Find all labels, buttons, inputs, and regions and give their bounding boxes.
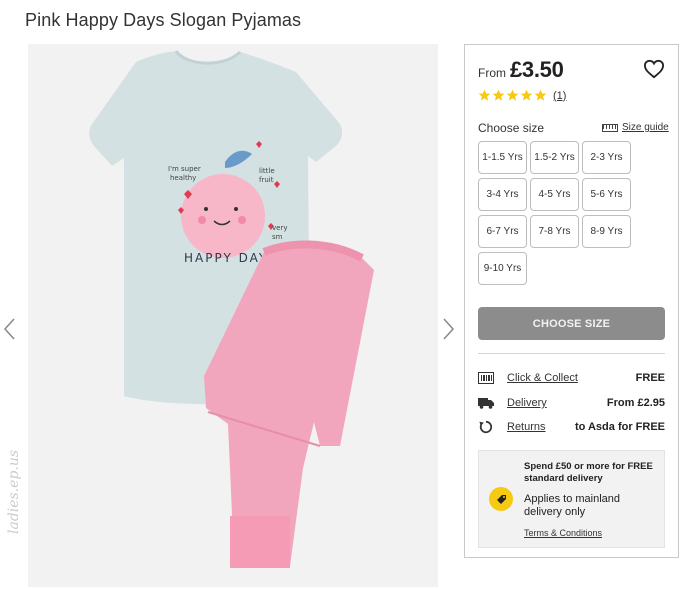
choose-size-button[interactable]: CHOOSE SIZE xyxy=(478,307,665,340)
purchase-panel: From £3.50 (1) Choose size Size guide 1-… xyxy=(464,44,679,558)
star-icon xyxy=(520,89,533,101)
price-row: From £3.50 xyxy=(478,57,564,83)
size-option[interactable]: 2-3 Yrs xyxy=(582,141,631,174)
divider xyxy=(478,353,665,354)
promo-badge xyxy=(489,487,513,511)
pyjamas-illustration: I'm super healthy little fruit very sm H… xyxy=(89,50,374,568)
shirt-text-line1: I'm super xyxy=(168,165,201,173)
truck-icon xyxy=(478,398,494,409)
returns-row: Returns to Asda for FREE xyxy=(478,419,665,435)
star-icon xyxy=(478,89,491,101)
click-collect-link[interactable]: Click & Collect xyxy=(507,372,578,384)
returns-link[interactable]: Returns xyxy=(507,421,546,433)
promo-spend-text: Spend £50 or more for FREE standard deli… xyxy=(524,461,653,484)
size-option[interactable]: 3-4 Yrs xyxy=(478,178,527,211)
star-icon xyxy=(492,89,505,101)
price-value: £3.50 xyxy=(510,57,564,82)
promo-applies-text: Applies to mainland delivery only xyxy=(524,493,621,518)
shirt-text-line2: healthy xyxy=(170,174,196,182)
page-title: Pink Happy Days Slogan Pyjamas xyxy=(25,10,302,30)
star-icon xyxy=(534,89,547,101)
size-option[interactable]: 7-8 Yrs xyxy=(530,215,579,248)
shirt-text-side-bottom: very xyxy=(272,224,287,232)
product-gallery: I'm super healthy little fruit very sm H… xyxy=(0,44,460,589)
chevron-right-icon[interactable] xyxy=(440,316,456,342)
returns-value: to Asda for FREE xyxy=(574,421,665,433)
size-guide-link[interactable]: Size guide xyxy=(602,122,669,133)
heart-icon[interactable] xyxy=(643,59,665,79)
delivery-promo: Spend £50 or more for FREE standard deli… xyxy=(478,450,665,548)
click-collect-row: Click & Collect FREE xyxy=(478,370,665,386)
star-rating xyxy=(478,89,547,102)
size-option[interactable]: 1-1.5 Yrs xyxy=(478,141,527,174)
review-count-link[interactable]: (1) xyxy=(553,90,566,102)
rating: (1) xyxy=(478,89,566,102)
size-option[interactable]: 1.5-2 Yrs xyxy=(530,141,579,174)
shirt-text-side-top2: fruit xyxy=(259,176,274,184)
barcode-icon xyxy=(478,372,494,384)
shirt-text-side-bottom2: sm xyxy=(272,233,283,241)
size-option[interactable]: 5-6 Yrs xyxy=(582,178,631,211)
tag-icon xyxy=(497,495,506,504)
returns-icon xyxy=(479,420,493,434)
choose-size-label: Choose size xyxy=(478,121,545,135)
terms-link[interactable]: Terms & Conditions xyxy=(524,528,602,538)
shirt-text-side-top: little xyxy=(259,167,275,175)
ruler-icon xyxy=(602,123,618,132)
size-option[interactable]: 4-5 Yrs xyxy=(530,178,579,211)
watermark: ladies.ep.us xyxy=(6,449,22,534)
size-option[interactable]: 8-9 Yrs xyxy=(582,215,631,248)
size-option[interactable]: 9-10 Yrs xyxy=(478,252,527,285)
size-guide-label: Size guide xyxy=(622,122,669,133)
delivery-value: From £2.95 xyxy=(606,397,665,409)
product-image: I'm super healthy little fruit very sm H… xyxy=(28,44,438,587)
price-from-label: From xyxy=(478,66,506,80)
star-icon xyxy=(506,89,519,101)
chevron-left-icon[interactable] xyxy=(2,316,18,342)
delivery-link[interactable]: Delivery xyxy=(507,397,547,409)
delivery-row: Delivery From £2.95 xyxy=(478,395,665,411)
size-options: 1-1.5 Yrs 1.5-2 Yrs 2-3 Yrs 3-4 Yrs 4-5 … xyxy=(478,141,631,285)
click-collect-value: FREE xyxy=(635,372,665,384)
size-option[interactable]: 6-7 Yrs xyxy=(478,215,527,248)
